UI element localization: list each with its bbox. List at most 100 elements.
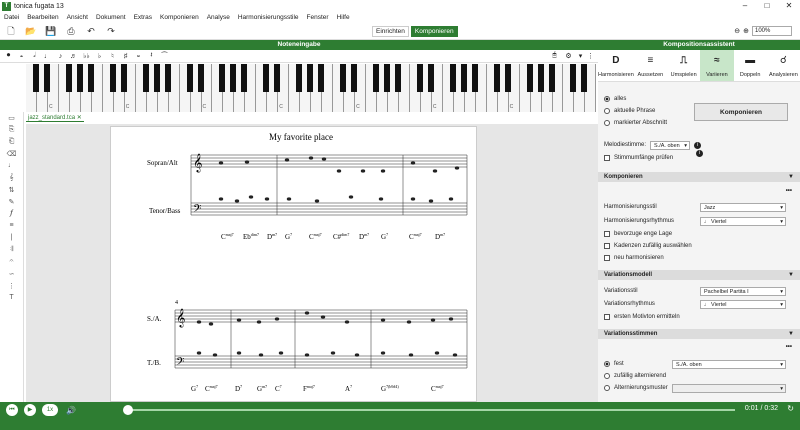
piano-black-key[interactable]: [383, 64, 390, 92]
piano-black-key[interactable]: [570, 64, 577, 92]
menu-analyse[interactable]: Analyse: [207, 14, 230, 21]
piano-black-key[interactable]: [351, 64, 358, 92]
first-motif-checkbox[interactable]: ersten Motivton ermitteln: [604, 314, 680, 320]
random-cadence-checkbox[interactable]: Kadenzen zufällig auswählen: [604, 243, 692, 249]
piano-white-key[interactable]: [333, 64, 347, 112]
double-flat-icon[interactable]: ♭♭: [80, 52, 93, 60]
menu-datei[interactable]: Datei: [4, 14, 19, 21]
piano-white-key[interactable]: [366, 64, 379, 112]
progress-thumb[interactable]: [123, 405, 133, 415]
tie-icon[interactable]: ⁀: [158, 52, 171, 60]
piano-black-key[interactable]: [65, 64, 72, 92]
menu-harmonisierungsstile[interactable]: Harmonisierungsstile: [238, 14, 299, 21]
whole-note-icon[interactable]: 𝅝: [15, 52, 28, 60]
dynamics-tool-icon[interactable]: 𝆑: [0, 210, 23, 220]
voices-random-radio[interactable]: zufällig alternierend: [604, 373, 666, 379]
piano-black-key[interactable]: [87, 64, 94, 92]
new-file-icon[interactable]: 🗋: [4, 24, 18, 38]
menu-fenster[interactable]: Fenster: [307, 14, 329, 21]
save-icon[interactable]: 💾: [44, 24, 58, 38]
half-note-icon[interactable]: 𝅗𝅥: [28, 52, 41, 60]
flat-icon[interactable]: ♭: [93, 52, 106, 60]
loop-icon[interactable]: ↻: [787, 404, 794, 413]
piano-white-key[interactable]: [58, 64, 72, 112]
bar-tool-icon[interactable]: |: [0, 234, 23, 244]
speed-button[interactable]: 1x: [42, 404, 58, 416]
more-icon[interactable]: ⋮: [584, 52, 597, 60]
piano-black-key[interactable]: [526, 64, 533, 92]
paste-tool-icon[interactable]: ⎗: [0, 138, 23, 148]
piano-black-key[interactable]: [263, 64, 270, 92]
piano-black-key[interactable]: [109, 64, 116, 92]
range-check-checkbox[interactable]: Stimmumfänge prüfen: [604, 155, 673, 161]
zoom-select[interactable]: 100%: [752, 26, 792, 36]
piano-black-key[interactable]: [581, 64, 588, 92]
score-svg[interactable]: My favorite place Sopran/Alt Tenor/Bass …: [111, 127, 478, 403]
piano-white-key[interactable]: [442, 64, 456, 112]
piano-black-key[interactable]: [307, 64, 314, 92]
print-icon[interactable]: ⎙: [64, 24, 78, 38]
staff-tool-icon[interactable]: ≡: [0, 222, 23, 232]
transpose-tool-icon[interactable]: ⇅: [0, 186, 23, 196]
eighth-note-icon[interactable]: ♪: [54, 53, 67, 60]
piano-black-key[interactable]: [548, 64, 555, 92]
pattern-input[interactable]: [672, 384, 786, 393]
voices-pattern-radio[interactable]: Alternierungsmuster: [604, 385, 668, 391]
repeat-tool-icon[interactable]: 𝄇: [0, 246, 23, 256]
scope-all-radio[interactable]: alles: [604, 96, 626, 102]
more-options-icon[interactable]: •••: [786, 344, 792, 350]
mode-compose-button[interactable]: Komponieren: [410, 26, 458, 37]
grid-tool-icon[interactable]: ⋮: [0, 282, 23, 292]
mode-setup-button[interactable]: Einrichten: [372, 26, 409, 37]
section-variationsmodell[interactable]: Variationsmodell ▼: [598, 270, 800, 280]
piano-black-key[interactable]: [230, 64, 237, 92]
piano-white-key[interactable]: [179, 64, 193, 112]
scope-selection-radio[interactable]: markierter Abschnitt: [604, 120, 667, 126]
rest-icon[interactable]: 𝄽: [145, 52, 158, 60]
piano-white-key[interactable]: [102, 64, 116, 112]
piano-black-key[interactable]: [274, 64, 281, 92]
piano-white-key[interactable]: [563, 64, 577, 112]
double-sharp-icon[interactable]: 𝄪: [132, 52, 145, 60]
tab-variieren[interactable]: ≈ Variieren: [700, 50, 734, 81]
melody-voice-select[interactable]: S./A. oben: [650, 141, 690, 150]
piano-white-key[interactable]: [135, 64, 149, 112]
variation-style-select[interactable]: Pachelbel Partita I: [700, 287, 786, 296]
piano-black-key[interactable]: [537, 64, 544, 92]
ornament-tool-icon[interactable]: ∽: [0, 270, 23, 280]
piano-black-key[interactable]: [186, 64, 193, 92]
toggle-switch-icon[interactable]: ⏺: [2, 52, 15, 60]
volume-icon[interactable]: 🔊: [66, 406, 76, 415]
voice-tool-icon[interactable]: ♩: [0, 162, 23, 172]
harmony-rhythm-select[interactable]: ♩ Viertel: [700, 217, 786, 226]
zoom-in-icon[interactable]: ⊕: [743, 27, 749, 35]
piano-white-key[interactable]: [289, 64, 303, 112]
delete-tool-icon[interactable]: ⌫: [0, 150, 23, 160]
menu-extras[interactable]: Extras: [134, 14, 152, 21]
piano-black-key[interactable]: [43, 64, 50, 92]
piano-black-key[interactable]: [164, 64, 171, 92]
piano-white-key[interactable]: [409, 64, 423, 112]
variation-rhythm-select[interactable]: ♩ Viertel: [700, 300, 786, 309]
reharmonize-checkbox[interactable]: neu harmonisieren: [604, 255, 664, 261]
tab-doppeln[interactable]: ▬ Doppeln: [734, 50, 767, 81]
harmony-style-select[interactable]: Jazz: [700, 203, 786, 212]
play-icon[interactable]: ▶: [24, 404, 36, 416]
tab-harmonisieren[interactable]: D Harmonisieren: [598, 50, 634, 81]
piano-black-key[interactable]: [471, 64, 478, 92]
menu-hilfe[interactable]: Hilfe: [337, 14, 350, 21]
voices-fixed-radio[interactable]: fest: [604, 361, 624, 367]
piano-black-key[interactable]: [76, 64, 83, 92]
piano-black-key[interactable]: [416, 64, 423, 92]
piano-black-key[interactable]: [373, 64, 379, 92]
more-options-icon[interactable]: •••: [786, 188, 792, 194]
piano-white-key[interactable]: [26, 64, 39, 112]
piano-black-key[interactable]: [120, 64, 127, 92]
natural-icon[interactable]: ♮: [106, 52, 119, 60]
tab-analysieren[interactable]: ☌ Analysieren: [767, 50, 800, 81]
text-tool-icon[interactable]: T: [0, 294, 23, 304]
piano-white-key[interactable]: [486, 64, 500, 112]
piano-black-key[interactable]: [153, 64, 160, 92]
menu-dokument[interactable]: Dokument: [96, 14, 126, 21]
close-icon[interactable]: ✕: [77, 115, 82, 121]
